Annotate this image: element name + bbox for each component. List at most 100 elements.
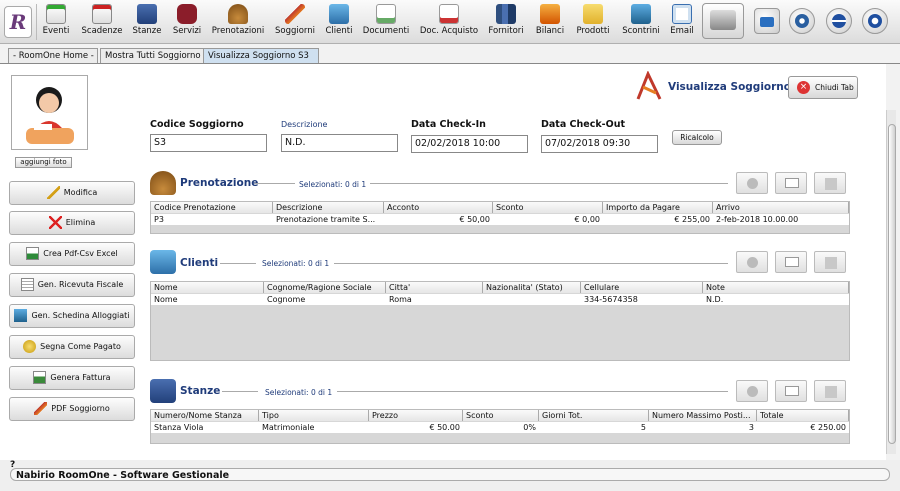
toolbar-email-button[interactable]: Email bbox=[668, 2, 696, 42]
stanze-view-button[interactable] bbox=[775, 380, 807, 402]
elimina-button[interactable]: Elimina bbox=[9, 211, 135, 235]
column-header[interactable]: Note bbox=[703, 282, 849, 293]
toolbar-servizi-button[interactable]: Servizi bbox=[172, 2, 202, 42]
table-row[interactable]: P3 Prenotazione tramite S... € 50,00 € 0… bbox=[151, 214, 849, 225]
products-icon bbox=[583, 4, 603, 24]
column-header[interactable]: Sconto bbox=[493, 202, 603, 213]
tab-mostra-tutti-soggiorno[interactable]: Mostra Tutti Soggiorno bbox=[100, 48, 211, 64]
page-title: Visualizza Soggiorno bbox=[668, 81, 792, 93]
column-header[interactable]: Prezzo bbox=[369, 410, 463, 421]
clients-icon bbox=[150, 250, 176, 274]
calendar-add-icon bbox=[46, 4, 66, 24]
clienti-view-button[interactable] bbox=[775, 251, 807, 273]
column-header[interactable]: Numero/Nome Stanza bbox=[151, 410, 259, 421]
column-header[interactable]: Numero Massimo Posti... bbox=[649, 410, 757, 421]
section-divider bbox=[222, 391, 258, 392]
table-row[interactable]: Stanza Viola Matrimoniale € 50.00 0% 5 3… bbox=[151, 422, 849, 433]
toolbar-prodotti-button[interactable]: Prodotti bbox=[574, 2, 612, 42]
power-button[interactable] bbox=[862, 8, 888, 34]
toolbar-soggiorni-button[interactable]: Soggiorni bbox=[274, 2, 316, 42]
segna-pagato-button[interactable]: Segna Come Pagato bbox=[9, 335, 135, 359]
descrizione-field[interactable]: N.D. bbox=[281, 134, 398, 152]
codice-soggiorno-field[interactable]: S3 bbox=[150, 134, 267, 152]
clienti-remove-button[interactable] bbox=[814, 251, 846, 273]
coins-icon bbox=[23, 340, 37, 353]
column-header[interactable]: Acconto bbox=[384, 202, 493, 213]
keyboard-icon bbox=[760, 17, 774, 27]
receipt-doc-icon bbox=[20, 278, 34, 291]
column-header[interactable]: Arrivo bbox=[713, 202, 849, 213]
pdf-soggiorno-button[interactable]: PDF Soggiorno bbox=[9, 397, 135, 421]
toolbar-prenotazioni-button[interactable]: Prenotazioni bbox=[211, 2, 265, 42]
table-row[interactable]: Nome Cognome Roma 334-5674358 N.D. bbox=[151, 294, 849, 305]
view-icon bbox=[785, 386, 799, 396]
codice-soggiorno-label: Codice Soggiorno bbox=[150, 119, 244, 130]
column-header[interactable]: Importo da Pagare bbox=[603, 202, 713, 213]
minimize-icon bbox=[832, 14, 846, 28]
schedina-alloggiati-button[interactable]: Gen. Schedina Alloggiati bbox=[9, 304, 135, 328]
section-divider bbox=[337, 391, 728, 392]
prenotazione-add-button[interactable] bbox=[736, 172, 768, 194]
column-header[interactable]: Citta' bbox=[386, 282, 483, 293]
prenotazione-view-button[interactable] bbox=[775, 172, 807, 194]
soggiorno-icon bbox=[285, 4, 305, 24]
column-header[interactable]: Codice Prenotazione bbox=[151, 202, 273, 213]
toolbar-eventi-button[interactable]: Eventi bbox=[40, 2, 72, 42]
keyboard-button[interactable] bbox=[754, 8, 780, 34]
toolbar-scadenze-button[interactable]: Scadenze bbox=[80, 2, 124, 42]
tab-roomone-home[interactable]: - RoomOne Home - bbox=[8, 48, 98, 64]
cash-register-icon bbox=[710, 10, 736, 30]
export-icon bbox=[26, 247, 40, 260]
tab-visualizza-soggiorno[interactable]: Visualizza Soggiorno S3 bbox=[203, 48, 319, 64]
toolbar-documenti-button[interactable]: Documenti bbox=[362, 2, 410, 42]
stanze-remove-button[interactable] bbox=[814, 380, 846, 402]
column-header[interactable]: Sconto bbox=[463, 410, 539, 421]
checkin-label: Data Check-In bbox=[411, 119, 486, 130]
add-photo-button[interactable]: aggiungi foto bbox=[15, 157, 72, 168]
stanze-selected-count: Selezionati: 0 di 1 bbox=[265, 388, 333, 397]
column-header[interactable]: Cellulare bbox=[581, 282, 703, 293]
clienti-selected-count: Selezionati: 0 di 1 bbox=[262, 259, 330, 268]
scrollbar-thumb[interactable] bbox=[888, 124, 896, 444]
status-bar: ? Nabirio RoomOne - Software Gestionale bbox=[0, 460, 900, 491]
checkin-field[interactable]: 02/02/2018 10:00 bbox=[411, 135, 528, 153]
document-icon bbox=[376, 4, 396, 24]
column-header[interactable]: Giorni Tot. bbox=[539, 410, 649, 421]
settings-button[interactable] bbox=[789, 8, 815, 34]
minimize-button[interactable] bbox=[826, 8, 852, 34]
bell-icon bbox=[228, 4, 248, 24]
toolbar-stanze-button[interactable]: Stanze bbox=[132, 2, 162, 42]
soggiorno-icon bbox=[34, 402, 48, 415]
genera-fattura-button[interactable]: Genera Fattura bbox=[9, 366, 135, 390]
column-header[interactable]: Tipo bbox=[259, 410, 369, 421]
column-header[interactable]: Totale bbox=[757, 410, 849, 421]
column-header[interactable]: Descrizione bbox=[273, 202, 384, 213]
add-icon bbox=[747, 257, 758, 268]
avatar bbox=[11, 75, 88, 150]
settings-icon bbox=[795, 14, 809, 28]
crea-pdf-csv-button[interactable]: Crea Pdf-Csv Excel bbox=[9, 242, 135, 266]
toolbar-doc-acquisto-button[interactable]: Doc. Acquisto bbox=[418, 2, 480, 42]
toolbar-fornitori-button[interactable]: Fornitori bbox=[487, 2, 525, 42]
cash-register-button[interactable] bbox=[702, 3, 744, 39]
calendar-remove-icon bbox=[92, 4, 112, 24]
toolbar-scontrini-button[interactable]: Scontrini bbox=[620, 2, 662, 42]
stanze-add-button[interactable] bbox=[736, 380, 768, 402]
prenotazione-remove-button[interactable] bbox=[814, 172, 846, 194]
toolbar-clienti-button[interactable]: Clienti bbox=[324, 2, 354, 42]
vertical-scrollbar[interactable] bbox=[886, 110, 896, 454]
column-header[interactable]: Nazionalita' (Stato) bbox=[483, 282, 581, 293]
toolbar-bilanci-button[interactable]: Bilanci bbox=[534, 2, 566, 42]
ricalcolo-button[interactable]: Ricalcolo bbox=[672, 130, 722, 145]
modifica-button[interactable]: Modifica bbox=[9, 181, 135, 205]
column-header[interactable]: Cognome/Ragione Sociale bbox=[264, 282, 386, 293]
ricevuta-fiscale-button[interactable]: Gen. Ricevuta Fiscale bbox=[9, 273, 135, 297]
suppliers-icon bbox=[496, 4, 516, 24]
checkout-field[interactable]: 07/02/2018 09:30 bbox=[541, 135, 658, 153]
view-icon bbox=[785, 178, 799, 188]
column-header[interactable]: Nome bbox=[151, 282, 264, 293]
clients-icon bbox=[329, 4, 349, 24]
close-tab-button[interactable]: × Chiudi Tab bbox=[788, 76, 858, 99]
clienti-add-button[interactable] bbox=[736, 251, 768, 273]
clienti-table: Nome Cognome/Ragione Sociale Citta' Nazi… bbox=[150, 281, 850, 361]
